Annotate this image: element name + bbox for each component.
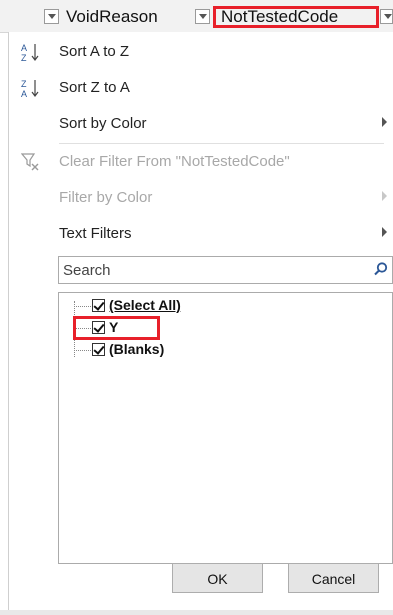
ok-button[interactable]: OK [172,563,263,593]
text-filters-label: Text Filters [59,225,132,242]
menu-item-clear-filter[interactable]: Clear Filter From "NotTestedCode" [9,144,393,180]
svg-text:A: A [21,43,27,53]
submenu-arrow-icon [382,227,387,237]
nottestedcode-filter-dropdown-icon[interactable] [195,9,210,24]
select-all-label: (Select All) [109,297,181,313]
clear-filter-label: Clear Filter From "NotTestedCode" [59,153,290,170]
tree-connector [74,306,91,307]
search-box [58,256,393,284]
menu-item-sort-a-z[interactable]: A Z Sort A to Z [9,34,393,70]
filter-by-color-label: Filter by Color [59,189,153,206]
header-highlight-box [213,6,379,28]
menu-item-text-filters[interactable]: Text Filters [9,216,393,252]
svg-text:Z: Z [21,53,27,62]
list-item-blanks[interactable]: (Blanks) [59,340,359,360]
search-input[interactable] [59,257,367,283]
column-header-row: VoidReason NotTestedCode [0,0,393,33]
bottom-edge [0,610,393,615]
menu-item-sort-by-color[interactable]: Sort by Color [9,106,393,142]
sort-a-z-label: Sort A to Z [59,43,130,60]
search-icon[interactable] [374,262,388,276]
sort-z-a-label: Sort Z to A [59,79,130,96]
sort-descending-icon: Z A [21,78,41,99]
submenu-arrow-icon [382,117,387,127]
blanks-label: (Blanks) [109,341,165,357]
cancel-button[interactable]: Cancel [288,563,379,593]
blanks-checkbox[interactable] [92,343,105,356]
clear-filter-icon [20,152,41,172]
sort-ascending-icon: A Z [21,42,41,63]
sort-by-color-label: Sort by Color [59,115,147,132]
column-header-voidreason: VoidReason [66,7,158,26]
menu-item-sort-z-a[interactable]: Z A Sort Z to A [9,70,393,106]
y-item-highlight-box [73,316,160,340]
submenu-arrow-icon [382,191,387,201]
svg-text:Z: Z [21,79,27,89]
list-item-select-all[interactable]: (Select All) [59,296,359,316]
svg-text:A: A [21,89,27,98]
menu-item-filter-by-color[interactable]: Filter by Color [9,180,393,216]
select-all-checkbox[interactable] [92,299,105,312]
active-filter-dropdown-icon[interactable] [380,9,393,24]
voidreason-filter-dropdown-icon[interactable] [44,9,59,24]
filter-menu-panel: A Z Sort A to Z Z A Sort Z to A Sort by … [8,32,393,610]
tree-connector [74,350,91,351]
